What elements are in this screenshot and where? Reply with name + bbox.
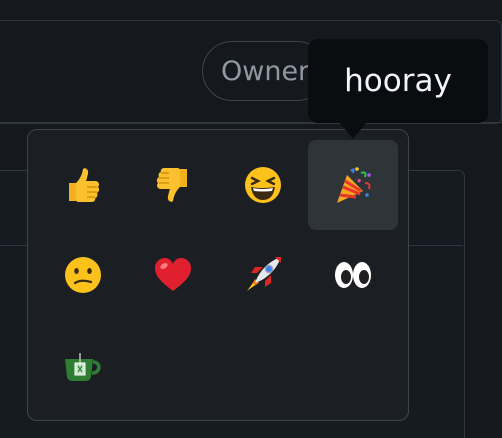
issue-page: Owner ... hooray	[0, 0, 502, 438]
reaction-confused-button[interactable]	[38, 230, 128, 320]
reaction-eyes-button[interactable]	[308, 230, 398, 320]
reaction-tooltip: hooray	[308, 39, 488, 123]
reaction-thumbs-up-button[interactable]	[38, 140, 128, 230]
reaction-hooray-button[interactable]	[308, 140, 398, 230]
reaction-tea-button[interactable]	[38, 320, 128, 410]
tooltip-arrow	[339, 122, 367, 139]
reaction-laugh-button[interactable]	[218, 140, 308, 230]
party-popper-icon	[337, 167, 371, 203]
confused-icon	[65, 257, 101, 293]
eyes-icon	[335, 262, 371, 288]
reaction-thumbs-down-button[interactable]	[128, 140, 218, 230]
teacup-icon	[65, 353, 101, 381]
laugh-icon	[245, 167, 281, 203]
thumbs-down-icon	[156, 168, 187, 202]
rocket-icon	[247, 257, 281, 291]
heart-icon	[155, 258, 191, 291]
reaction-picker	[27, 129, 409, 421]
reaction-heart-button[interactable]	[128, 230, 218, 320]
reaction-rocket-button[interactable]	[218, 230, 308, 320]
thumbs-up-icon	[69, 168, 100, 202]
